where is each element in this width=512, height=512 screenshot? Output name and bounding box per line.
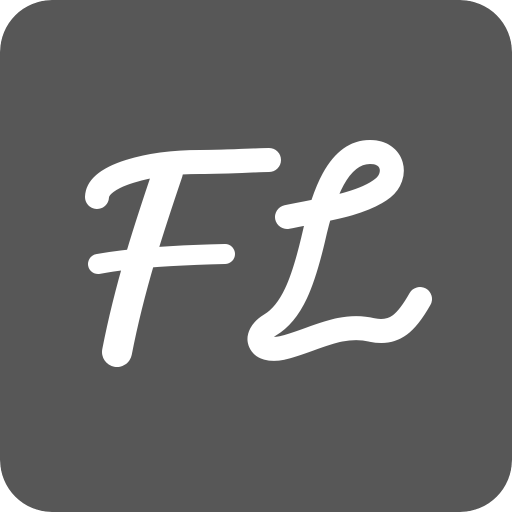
fl-monogram-logo: FL	[0, 0, 512, 512]
app-icon: FL	[0, 0, 512, 512]
letter-f-crossbar	[88, 244, 235, 274]
icon-background	[0, 0, 512, 512]
